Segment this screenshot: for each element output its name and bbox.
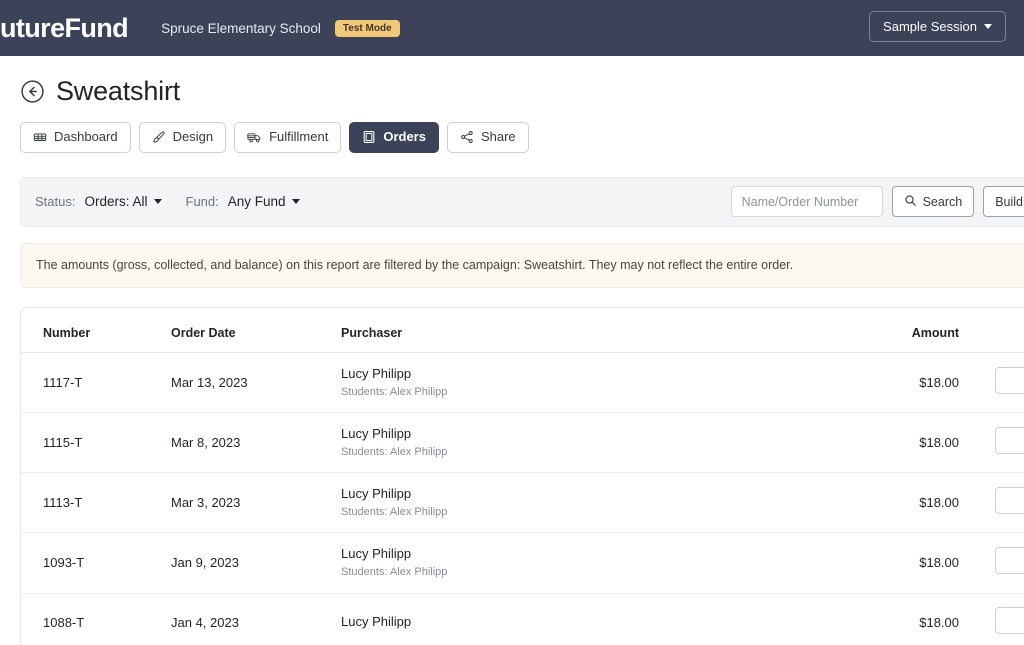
header-actions <box>981 307 1024 353</box>
cell-purchaser: Lucy Philipp Students: Alex Philipp <box>341 472 821 534</box>
table-row[interactable]: 1093-T Jan 9, 2023 Lucy Philipp Students: A… <box>21 532 1024 594</box>
cell-amount: $18.00 <box>821 472 981 534</box>
chevron-down-icon <box>984 24 992 29</box>
orders-table: Number Order Date Purchaser Amount 1117-… <box>21 307 1024 645</box>
cell-actions <box>981 532 1024 594</box>
purchaser-name: Lucy Philipp <box>341 426 412 441</box>
orders-table-body: 1117-T Mar 13, 2023 Lucy Philipp Students: … <box>21 352 1024 645</box>
filter-actions: Search Build <box>730 186 1024 218</box>
table-header-row: Number Order Date Purchaser Amount <box>21 307 1024 353</box>
purchaser-students: Students: Alex Philipp <box>341 385 448 398</box>
cell-purchaser: Lucy Philipp <box>341 593 821 645</box>
cell-order-number[interactable]: 1088-T <box>21 593 171 645</box>
row-action-button[interactable] <box>995 547 1024 575</box>
fund-filter-value: Any Fund <box>227 194 286 210</box>
header-number[interactable]: Number <box>21 307 171 353</box>
page-title: Sweatshirt <box>56 76 181 106</box>
cell-purchaser: Lucy Philipp Students: Alex Philipp <box>341 412 821 474</box>
cell-amount: $18.00 <box>821 412 981 474</box>
cell-amount: $18.00 <box>821 352 981 414</box>
tab-orders-label: Orders <box>383 129 426 144</box>
purchaser-name: Lucy Philipp <box>341 613 412 629</box>
truck-icon <box>247 130 262 144</box>
tab-fulfillment[interactable]: Fulfillment <box>234 122 342 153</box>
app-logo[interactable]: utureFund <box>0 13 129 44</box>
row-action-button[interactable] <box>995 427 1024 455</box>
organization-name: Spruce Elementary School <box>161 20 321 36</box>
cell-order-date: Mar 3, 2023 <box>171 472 341 534</box>
table-row[interactable]: 1088-T Jan 4, 2023 Lucy Philipp $18.00 <box>21 593 1024 645</box>
share-icon <box>460 130 474 144</box>
back-arrow-circle-icon[interactable] <box>20 79 45 104</box>
tab-design-label: Design <box>172 129 214 144</box>
cell-order-date: Jan 9, 2023 <box>171 532 341 594</box>
tab-share[interactable]: Share <box>446 122 529 153</box>
header-amount[interactable]: Amount <box>821 307 981 353</box>
purchaser-name: Lucy Philipp <box>341 546 412 562</box>
status-filter-value: Orders: All <box>84 194 148 210</box>
test-mode-badge: Test Mode <box>334 19 400 37</box>
cell-purchaser: Lucy Philipp Students: Alex Philipp <box>341 352 821 414</box>
session-dropdown-label: Sample Session <box>883 19 977 34</box>
table-row[interactable]: 1115-T Mar 8, 2023 Lucy Philipp Students: A… <box>21 412 1024 474</box>
tab-orders[interactable]: Orders <box>349 122 439 153</box>
search-icon <box>904 194 917 210</box>
cell-actions <box>981 352 1024 414</box>
cell-actions <box>981 593 1024 645</box>
search-button[interactable]: Search <box>891 186 975 218</box>
cell-order-date: Mar 8, 2023 <box>171 412 341 474</box>
build-report-label: Build <box>995 194 1023 209</box>
filter-bar: Status: Orders: All Fund: Any Fund Searc… <box>20 176 1024 227</box>
build-report-button[interactable]: Build <box>983 186 1024 218</box>
cell-order-date: Jan 4, 2023 <box>171 593 341 645</box>
header-purchaser[interactable]: Purchaser <box>341 307 821 353</box>
cell-actions <box>981 472 1024 534</box>
tab-fulfillment-label: Fulfillment <box>269 129 329 144</box>
tab-dashboard-label: Dashboard <box>54 129 118 144</box>
page-header: Sweatshirt Dashboard Design Fulfillment … <box>0 56 1024 153</box>
top-navbar: utureFund Spruce Elementary School Test … <box>0 0 1024 56</box>
tab-dashboard[interactable]: Dashboard <box>20 122 131 153</box>
cell-order-number[interactable]: 1115-T <box>21 412 171 474</box>
search-input[interactable] <box>730 186 883 218</box>
orders-table-head: Number Order Date Purchaser Amount <box>21 307 1024 353</box>
grid-icon <box>33 130 47 144</box>
chevron-down-icon <box>291 199 300 205</box>
cell-order-number[interactable]: 1117-T <box>21 352 171 414</box>
fund-filter-label: Fund: <box>185 194 219 210</box>
clipboard-icon <box>362 130 376 144</box>
search-button-label: Search <box>922 194 963 209</box>
cell-amount: $18.00 <box>821 593 981 645</box>
row-action-button[interactable] <box>995 606 1024 634</box>
table-row[interactable]: 1113-T Mar 3, 2023 Lucy Philipp Students: A… <box>21 472 1024 534</box>
cell-amount: $18.00 <box>821 532 981 594</box>
purchaser-name: Lucy Philipp <box>341 365 412 381</box>
purchaser-students: Students: Alex Philipp <box>341 445 448 458</box>
header-order-date[interactable]: Order Date <box>171 307 341 353</box>
orders-table-card: Number Order Date Purchaser Amount 1117-… <box>20 306 1024 645</box>
cell-purchaser: Lucy Philipp Students: Alex Philipp <box>341 532 821 594</box>
status-filter-label: Status: <box>35 194 76 210</box>
purchaser-name: Lucy Philipp <box>341 486 412 502</box>
row-action-button[interactable] <box>995 366 1024 394</box>
cell-order-date: Mar 13, 2023 <box>171 352 341 414</box>
purchaser-students: Students: Alex Philipp <box>341 566 448 579</box>
purchaser-students: Students: Alex Philipp <box>341 506 448 519</box>
row-action-button[interactable] <box>995 487 1024 515</box>
title-row: Sweatshirt <box>20 78 1024 105</box>
cell-actions <box>981 412 1024 474</box>
brush-icon <box>152 130 166 144</box>
cell-order-number[interactable]: 1093-T <box>21 532 171 594</box>
campaign-tabs: Dashboard Design Fulfillment Orders Shar… <box>20 122 1024 153</box>
tab-design[interactable]: Design <box>138 122 227 153</box>
campaign-filter-alert: The amounts (gross, collected, and balan… <box>20 242 1024 288</box>
status-filter-dropdown[interactable]: Orders: All <box>84 194 162 210</box>
session-dropdown-button[interactable]: Sample Session <box>869 11 1006 42</box>
chevron-down-icon <box>153 199 162 205</box>
table-row[interactable]: 1117-T Mar 13, 2023 Lucy Philipp Students: … <box>21 352 1024 414</box>
fund-filter-dropdown[interactable]: Any Fund <box>228 194 300 209</box>
tab-share-label: Share <box>480 129 516 144</box>
cell-order-number[interactable]: 1113-T <box>21 472 171 534</box>
